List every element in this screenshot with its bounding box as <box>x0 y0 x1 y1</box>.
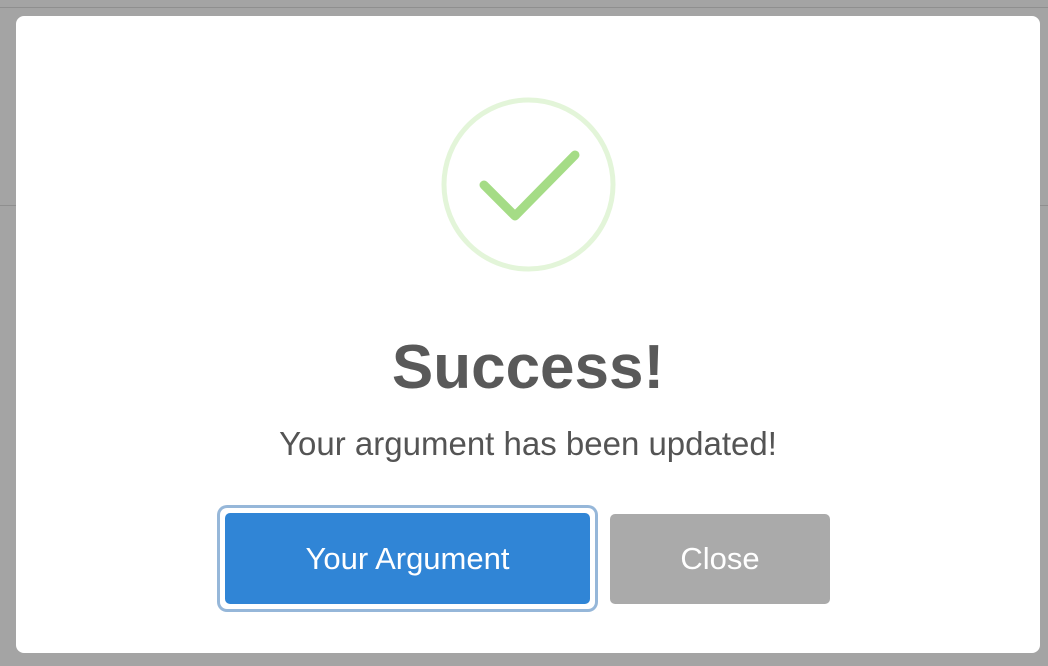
dialog-message: Your argument has been updated! <box>279 425 777 462</box>
your-argument-button[interactable]: Your Argument <box>225 513 590 604</box>
background-divider <box>0 7 1048 8</box>
close-button[interactable]: Close <box>610 514 830 604</box>
check-circle-icon <box>441 97 616 272</box>
confirm-button-focus-ring: Your Argument <box>220 508 595 609</box>
dialog-title: Success! <box>391 333 665 402</box>
success-dialog: Success! Your argument has been updated!… <box>16 16 1040 653</box>
success-check-icon <box>441 97 616 272</box>
